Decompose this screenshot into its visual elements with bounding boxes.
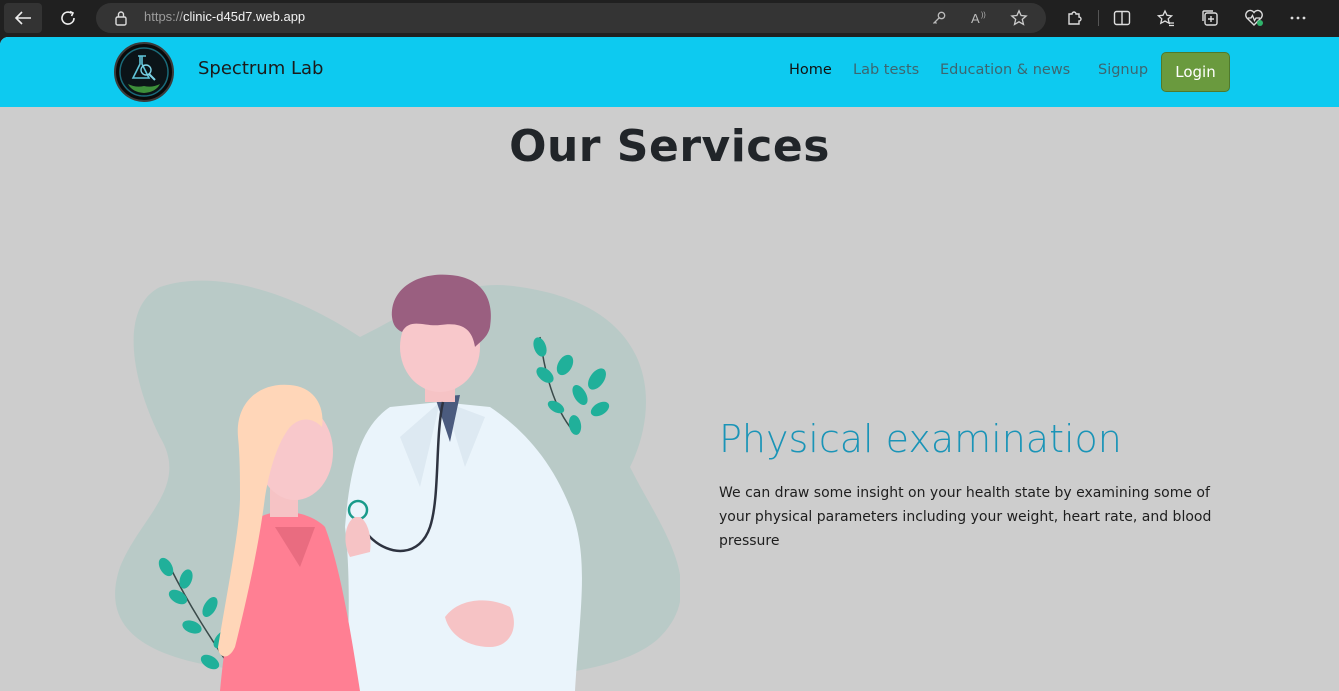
site-navbar: Spectrum Lab Home Lab tests Education & … bbox=[0, 37, 1339, 107]
nav-signup[interactable]: Signup bbox=[1098, 62, 1148, 78]
doctor-patient-illustration bbox=[115, 274, 680, 691]
svg-text:A: A bbox=[971, 11, 980, 26]
site-logo[interactable] bbox=[114, 42, 174, 102]
login-button[interactable]: Login bbox=[1161, 52, 1230, 92]
back-arrow-icon bbox=[14, 11, 31, 25]
extensions-icon[interactable] bbox=[1058, 3, 1090, 33]
reload-button[interactable] bbox=[49, 3, 87, 33]
back-button[interactable] bbox=[4, 3, 42, 33]
address-bar[interactable]: https://clinic-d45d7.web.app A)) bbox=[96, 3, 1046, 33]
favorites-icon[interactable] bbox=[1150, 3, 1182, 33]
brand-name[interactable]: Spectrum Lab bbox=[198, 58, 323, 79]
more-icon[interactable] bbox=[1282, 3, 1314, 33]
url-host: clinic-d45d7.web.app bbox=[183, 9, 306, 24]
web-page: Spectrum Lab Home Lab tests Education & … bbox=[0, 37, 1339, 691]
url-text[interactable]: https://clinic-d45d7.web.app bbox=[144, 9, 305, 24]
key-icon[interactable] bbox=[924, 3, 954, 33]
nav-lab-tests[interactable]: Lab tests bbox=[853, 62, 919, 78]
toolbar-separator bbox=[1098, 10, 1099, 26]
reload-icon bbox=[61, 10, 75, 25]
service-title: Physical examination bbox=[719, 417, 1122, 461]
health-icon[interactable] bbox=[1238, 3, 1270, 33]
split-screen-icon[interactable] bbox=[1106, 3, 1138, 33]
page-title: Our Services bbox=[509, 121, 830, 172]
nav-education-news[interactable]: Education & news bbox=[940, 62, 1070, 78]
nav-home[interactable]: Home bbox=[789, 62, 832, 78]
favorite-star-icon[interactable] bbox=[1004, 3, 1034, 33]
svg-text:)): )) bbox=[981, 12, 986, 19]
service-description: We can draw some insight on your health … bbox=[719, 485, 1212, 549]
collections-icon[interactable] bbox=[1194, 3, 1226, 33]
browser-toolbar: https://clinic-d45d7.web.app A)) bbox=[0, 0, 1339, 37]
lock-icon[interactable] bbox=[114, 10, 128, 30]
url-scheme: https:// bbox=[144, 9, 184, 24]
read-aloud-icon[interactable]: A)) bbox=[964, 3, 994, 33]
